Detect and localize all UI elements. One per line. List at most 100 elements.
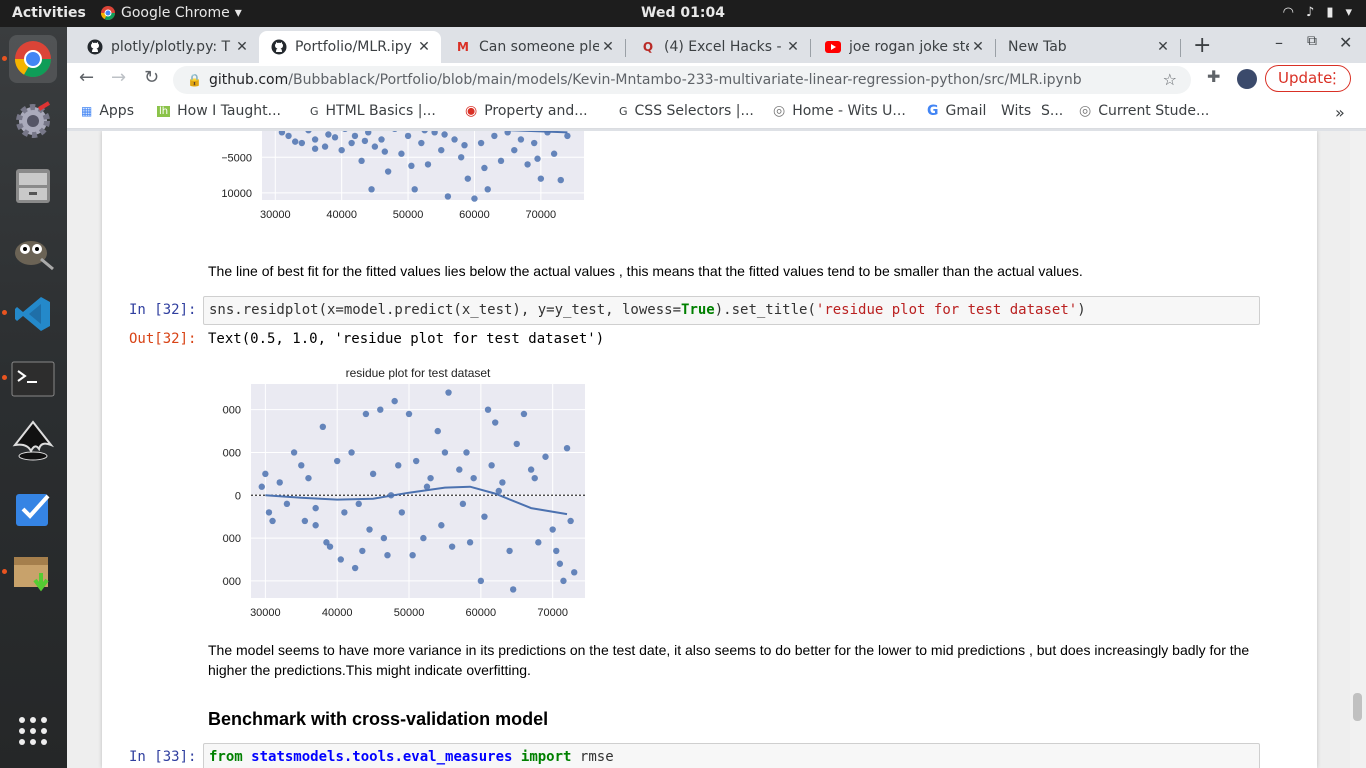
address-bar[interactable]: 🔒 github.com/Bubbablack/Portfolio/blob/m…	[173, 66, 1191, 94]
clock[interactable]: Wed 01:04	[0, 5, 1366, 21]
tab-gmail[interactable]: M Can someone ple ✕	[441, 31, 625, 63]
data-point	[283, 500, 291, 508]
bookmark-property[interactable]: ◉ Property and...	[465, 103, 588, 119]
bookmark-gmail[interactable]: G Gmail	[927, 103, 986, 119]
bookmark-current-students[interactable]: ◎ Current Stude...	[1079, 103, 1209, 119]
code-cell[interactable]: sns.residplot(x=model.predict(x_test), y…	[203, 296, 1260, 325]
bookmark-wits-home[interactable]: ◎ Home - Wits U...	[773, 103, 906, 119]
code-cell[interactable]: from statsmodels.tools.eval_measures imp…	[203, 743, 1260, 768]
dock-inkscape[interactable]	[9, 417, 57, 465]
data-point	[366, 526, 373, 533]
data-point	[321, 143, 329, 150]
markdown-text: The line of best fit for the fitted valu…	[208, 263, 1083, 279]
reload-button[interactable]: ↻	[144, 67, 159, 88]
data-point	[418, 139, 425, 147]
bookmark-apps[interactable]: ▦ Apps	[81, 103, 134, 119]
data-point	[359, 547, 366, 555]
restore-button[interactable]: ⧉	[1307, 33, 1317, 49]
data-point	[441, 131, 448, 138]
bookmark-star-icon[interactable]: ☆	[1163, 66, 1177, 94]
tab-quora[interactable]: Q (4) Excel Hacks - C ✕	[626, 31, 810, 63]
chrome-icon	[14, 41, 52, 78]
avatar[interactable]	[1237, 69, 1257, 89]
data-point	[511, 146, 518, 154]
data-point	[542, 453, 549, 460]
input-prompt: In [33]:	[129, 749, 197, 765]
quora-icon: Q	[642, 40, 654, 54]
data-point	[377, 406, 384, 413]
bookmark-css-selectors[interactable]: G CSS Selectors |...	[619, 103, 754, 119]
data-point	[531, 139, 538, 147]
output-text: Text(0.5, 1.0, 'residue plot for test da…	[208, 331, 605, 347]
data-point	[351, 132, 359, 140]
data-point	[362, 410, 370, 418]
close-tab-icon[interactable]: ✕	[599, 39, 617, 55]
dock-gimp[interactable]	[9, 227, 57, 275]
data-point	[290, 449, 298, 456]
minimize-button[interactable]: –	[1275, 33, 1283, 52]
dock-vscode[interactable]	[9, 290, 57, 338]
data-point	[484, 406, 492, 413]
tab-portfolio[interactable]: Portfolio/MLR.ipy ✕	[259, 31, 441, 63]
data-point	[524, 161, 531, 168]
bookmark-label: Gmail	[945, 103, 987, 119]
data-point	[395, 462, 402, 469]
data-point	[534, 155, 541, 162]
output-prompt: Out[32]:	[129, 331, 197, 347]
dock-files[interactable]	[9, 162, 57, 210]
new-tab-button[interactable]: +	[1193, 33, 1211, 58]
running-indicator	[2, 56, 7, 61]
tab-youtube[interactable]: joe rogan joke ste ✕	[811, 31, 995, 63]
dock-settings[interactable]	[9, 97, 57, 145]
bookmark-html-basics[interactable]: G HTML Basics |...	[310, 103, 436, 119]
running-indicator	[2, 375, 7, 380]
y-tick-label: 5000	[222, 447, 241, 459]
back-button[interactable]: ←	[79, 67, 94, 88]
dock-tasks[interactable]	[9, 485, 57, 533]
close-tab-icon[interactable]: ✕	[784, 39, 802, 55]
data-point	[312, 504, 319, 512]
data-point	[333, 457, 341, 465]
system-tray[interactable]: ◠ ♪ ▮ ▾	[1283, 5, 1352, 20]
dock-terminal[interactable]	[9, 355, 57, 403]
scrollbar[interactable]	[1350, 131, 1366, 768]
code-keyword: import	[520, 749, 572, 765]
update-button[interactable]: Update ⋮	[1265, 65, 1351, 92]
bookmark-how-i-taught[interactable]: lh How I Taught...	[157, 103, 281, 119]
dock-chrome[interactable]	[9, 35, 57, 83]
wits-icon: ◎	[773, 103, 786, 119]
data-point	[285, 132, 292, 140]
tab-plotly[interactable]: plotly/plotly.py: T ✕	[67, 31, 259, 63]
data-point	[571, 569, 578, 576]
data-point	[556, 560, 564, 567]
data-point	[464, 175, 472, 182]
data-point	[319, 423, 327, 430]
close-tab-icon[interactable]: ✕	[1154, 39, 1172, 55]
dock	[0, 27, 67, 768]
tab-newtab[interactable]: New Tab ✕	[996, 31, 1180, 63]
data-point	[499, 479, 506, 486]
data-point	[311, 145, 319, 152]
data-point	[444, 193, 452, 200]
code-keyword: from	[209, 749, 243, 765]
bookmark-s[interactable]: S...	[1041, 103, 1063, 119]
bookmark-wits[interactable]: Wits	[1001, 103, 1031, 119]
scrollbar-thumb[interactable]	[1353, 693, 1362, 721]
y-tick-label: −5000	[222, 152, 252, 164]
data-point	[276, 479, 283, 486]
more-bookmarks-icon[interactable]: »	[1335, 103, 1345, 122]
close-tab-icon[interactable]: ✕	[969, 39, 987, 55]
x-tick-label: 50000	[393, 209, 424, 221]
forward-button[interactable]: →	[111, 67, 126, 88]
close-tab-icon[interactable]: ✕	[415, 39, 433, 55]
tab-strip: plotly/plotly.py: T ✕ Portfolio/MLR.ipy …	[67, 27, 1366, 63]
tab-title: (4) Excel Hacks - C	[664, 39, 784, 55]
show-applications-button[interactable]	[9, 707, 57, 755]
dock-archive[interactable]	[9, 549, 57, 597]
code-string: 'residue plot for test dataset'	[815, 302, 1078, 318]
x-tick-label: 70000	[526, 209, 557, 221]
data-point	[398, 509, 406, 516]
extensions-icon[interactable]: ✚	[1207, 67, 1220, 86]
close-tab-icon[interactable]: ✕	[233, 39, 251, 55]
close-window-button[interactable]: ✕	[1339, 33, 1352, 52]
